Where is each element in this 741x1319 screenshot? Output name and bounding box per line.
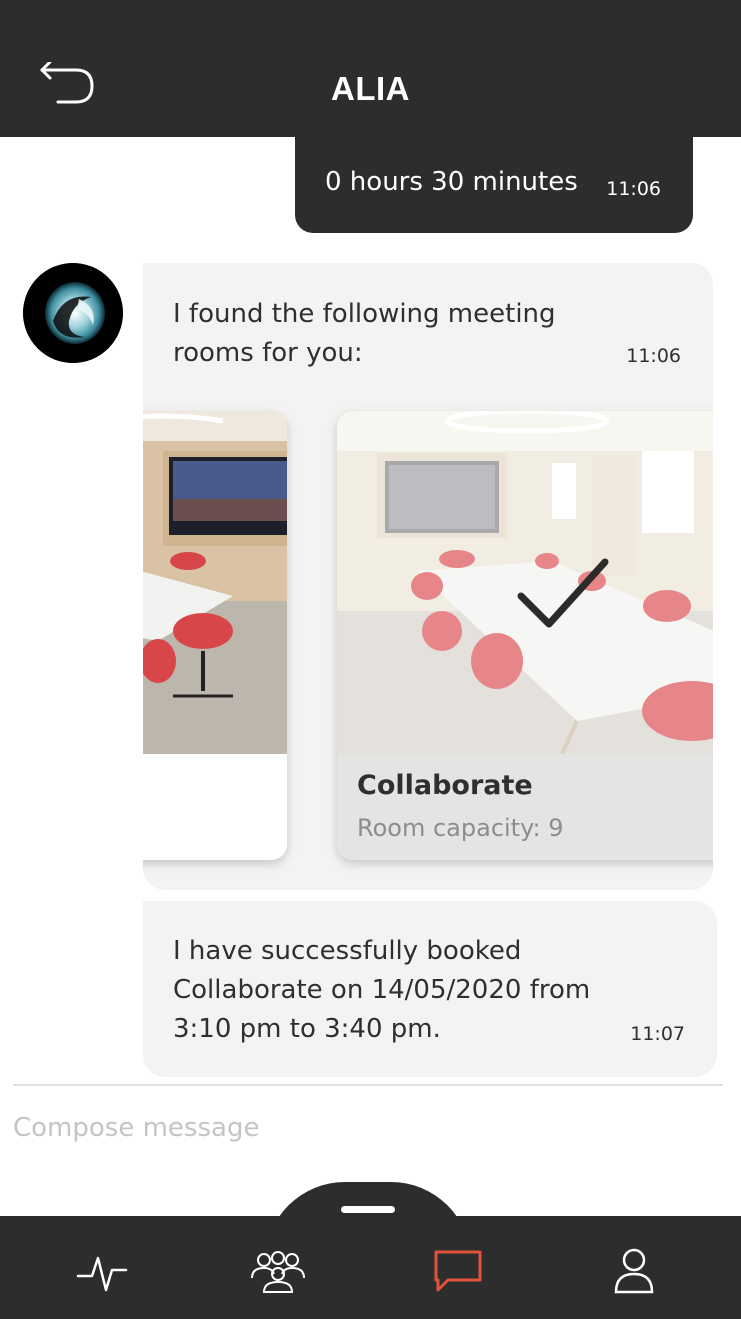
profile-icon — [614, 1248, 654, 1294]
activity-icon — [76, 1256, 128, 1292]
user-message-text: 0 hours 30 minutes — [325, 167, 578, 197]
room-card-footer: Collaborate Room capacity: 9 — [337, 754, 713, 860]
chat-icon — [434, 1250, 482, 1292]
bot-message-bubble: I have successfully booked Collaborate o… — [143, 901, 717, 1077]
header-bar: ALIA — [0, 0, 741, 137]
message-timestamp: 11:06 — [626, 345, 681, 367]
nav-activity[interactable] — [74, 1246, 130, 1294]
compose-message-input[interactable] — [13, 1106, 713, 1150]
bot-message-bubble: I found the following meeting rooms for … — [143, 263, 713, 890]
checkmark-icon — [517, 558, 609, 628]
bot-avatar — [23, 263, 123, 363]
nav-profile[interactable] — [606, 1246, 662, 1294]
group-icon — [251, 1251, 305, 1293]
bottom-nav — [0, 1216, 741, 1319]
nav-chat[interactable] — [430, 1246, 486, 1294]
nav-groups[interactable] — [250, 1246, 306, 1294]
message-timestamp: 11:06 — [606, 178, 661, 200]
room-card-footer — [143, 754, 287, 860]
message-timestamp: 11:07 — [630, 1023, 685, 1045]
room-card-collaborate[interactable]: Collaborate Room capacity: 9 — [337, 411, 713, 860]
room-name: Collaborate — [357, 770, 533, 801]
room-photo — [143, 411, 287, 754]
composer-divider — [13, 1084, 723, 1086]
swirl-logo-icon — [23, 263, 123, 363]
page-title: ALIA — [331, 70, 410, 107]
bot-message-text: I have successfully booked Collaborate o… — [173, 936, 591, 1044]
bot-message-text: I found the following meeting rooms for … — [173, 299, 556, 368]
room-capacity: Room capacity: 9 — [357, 814, 564, 842]
room-card[interactable] — [143, 411, 287, 860]
user-message-bubble: 0 hours 30 minutes 11:06 — [295, 137, 693, 233]
drawer-handle-icon — [341, 1206, 395, 1213]
